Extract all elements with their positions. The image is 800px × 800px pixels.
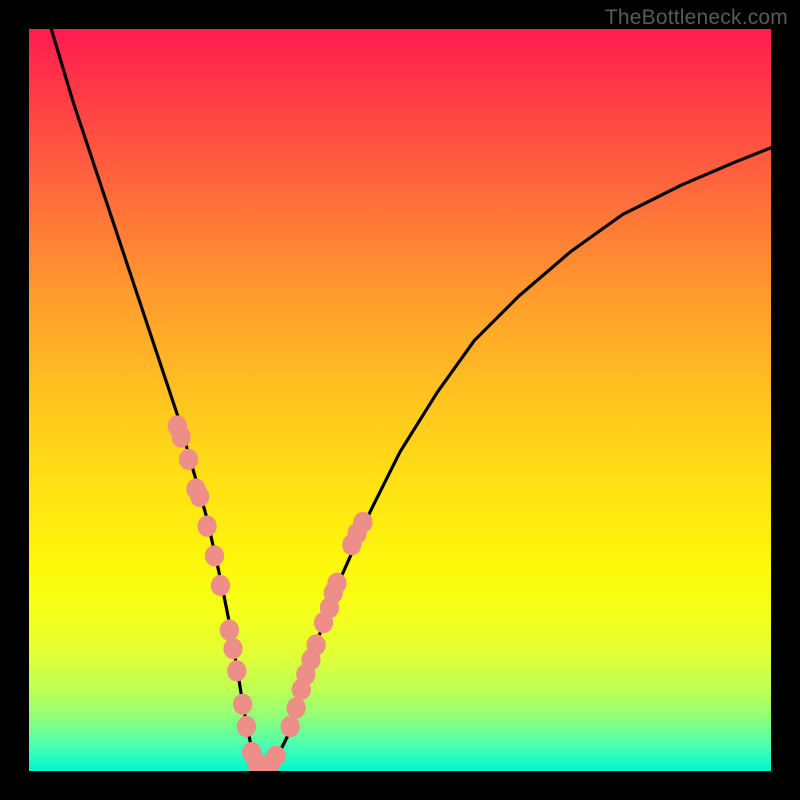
- curve-marker: [190, 486, 209, 507]
- curve-marker: [281, 716, 300, 737]
- curve-marker: [307, 634, 326, 655]
- curve-marker: [211, 575, 230, 596]
- curve-marker: [237, 716, 256, 737]
- curve-marker: [286, 697, 305, 718]
- chart-frame: TheBottleneck.com: [0, 0, 800, 800]
- curve-marker: [197, 516, 216, 537]
- curve-marker: [227, 660, 246, 681]
- curve-marker: [266, 746, 285, 767]
- curve-marker: [205, 545, 224, 566]
- curve-marker: [223, 638, 242, 659]
- chart-plot-area: [29, 29, 771, 771]
- curve-marker: [179, 449, 198, 470]
- watermark-text: TheBottleneck.com: [605, 6, 788, 30]
- chart-svg: [29, 29, 771, 771]
- curve-marker: [233, 694, 252, 715]
- curve-marker: [171, 426, 190, 447]
- bottleneck-curve: [51, 29, 771, 771]
- curve-markers: [168, 415, 373, 771]
- curve-marker: [220, 619, 239, 640]
- curve-marker: [327, 573, 346, 594]
- curve-marker: [353, 512, 372, 533]
